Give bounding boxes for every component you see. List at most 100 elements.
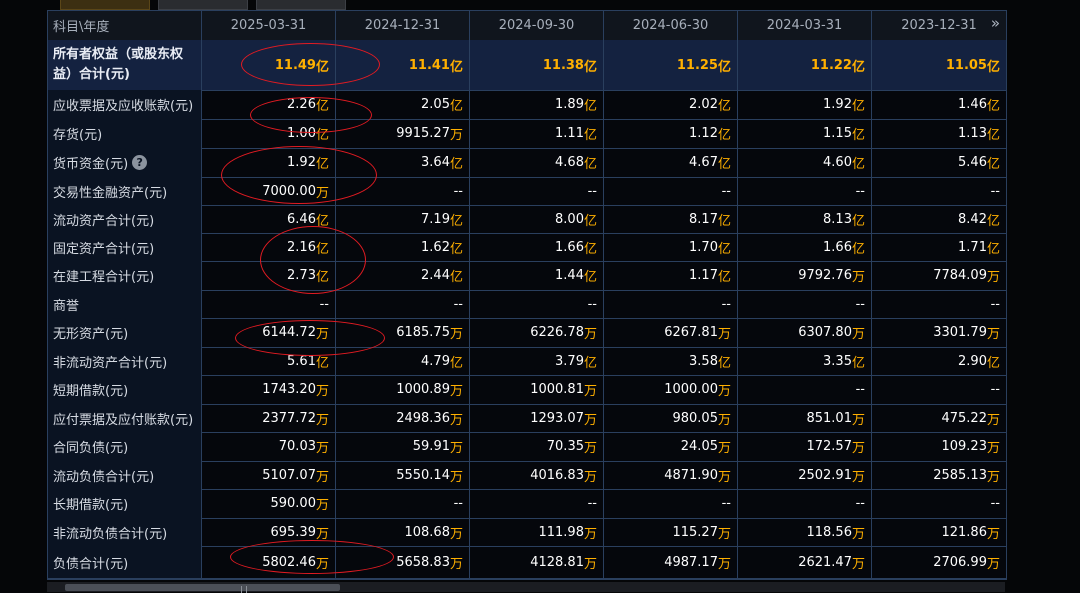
value-unit: 万 xyxy=(315,412,329,428)
table-row[interactable]: 固定资产合计(元) 2.16 亿 1.62 亿 1.66 亿 1.70 亿 1.66 亿 1.71 亿 xyxy=(48,233,1006,262)
value-cell: 5.46 亿 xyxy=(872,148,1006,177)
value-cell: 980.05 万 xyxy=(604,404,738,432)
value-number: 6185.75 xyxy=(396,325,450,340)
value-cell: 851.01 万 xyxy=(738,404,872,432)
value-cell: 3.35 亿 xyxy=(738,347,872,375)
table-row[interactable]: 非流动资产合计(元) 5.61 亿 4.79 亿 3.79 亿 3.58 亿 3.35 亿 2.90 亿 xyxy=(48,347,1006,376)
value-cell: 1000.89 万 xyxy=(336,375,470,404)
value-unit: 亿 xyxy=(851,128,865,143)
header-period[interactable]: 2024-12-31 xyxy=(336,11,470,40)
value-cell: 475.22 万 xyxy=(872,404,1006,432)
header-period[interactable]: 2023-12-31 xyxy=(872,11,1006,40)
value-unit: 亿 xyxy=(851,59,865,75)
value-cell: 4.67 亿 xyxy=(604,148,738,177)
value-number: 1.00 xyxy=(287,126,316,141)
balance-sheet-table: 科目\年度 2025-03-31 2024-12-31 2024-09-30 2024… xyxy=(47,10,1007,580)
value-cell: 3.79 亿 xyxy=(470,347,604,375)
table-row[interactable]: 无形资产(元) 6144.72 万 6185.75 万 6226.78 万 6267.81 万 6… xyxy=(48,318,1006,348)
value-unit: 亿 xyxy=(583,99,597,114)
value-unit: 万 xyxy=(717,526,731,542)
value-cell: 2498.36 万 xyxy=(336,404,470,432)
value-cell: 3.58 亿 xyxy=(604,347,738,375)
table-row[interactable]: 非流动负债合计(元) 695.39 万 108.68 万 111.98 万 115.27 万 11… xyxy=(48,518,1006,547)
value-unit: 亿 xyxy=(583,213,597,229)
value-number: -- xyxy=(453,496,463,511)
value-number: 1.92 xyxy=(823,97,852,112)
value-number: -- xyxy=(855,183,865,199)
value-cell: 70.35 万 xyxy=(470,432,604,461)
value-cell: 1743.20 万 xyxy=(202,375,336,404)
row-label-text: 长期借款(元) xyxy=(53,498,129,513)
value-number: 3.79 xyxy=(555,353,584,369)
double-chevron-right-icon[interactable]: » xyxy=(991,14,1000,32)
tab-2[interactable] xyxy=(158,0,248,10)
value-cell: -- xyxy=(738,489,872,518)
value-cell: -- xyxy=(738,290,872,318)
table-row[interactable]: 商誉 -- -- -- -- -- -- xyxy=(48,290,1006,319)
value-cell: 2.26 亿 xyxy=(202,90,336,119)
value-unit: 亿 xyxy=(315,99,329,114)
table-row[interactable]: 长期借款(元) 590.00 万 -- -- -- -- -- xyxy=(48,489,1006,519)
value-number: -- xyxy=(587,496,597,511)
value-unit: 万 xyxy=(986,412,1000,428)
value-unit: 万 xyxy=(583,556,597,572)
table-row[interactable]: 应付票据及应付账款(元) 2377.72 万 2498.36 万 1293.07 万 980.… xyxy=(48,404,1006,433)
value-unit: 万 xyxy=(986,526,1000,542)
header-period[interactable]: 2024-09-30 xyxy=(470,11,604,40)
value-number: 4128.81 xyxy=(530,554,584,570)
row-label-text: 所有者权益（或股东权益）合计(元) xyxy=(53,47,184,82)
table-row[interactable]: 合同负债(元) 70.03 万 59.91 万 70.35 万 24.05 万 172.57 万 10… xyxy=(48,432,1006,462)
value-unit: 万 xyxy=(583,526,597,542)
value-number: 2498.36 xyxy=(396,410,450,426)
table-row[interactable]: 存货(元) 1.00 亿 9915.27 万 1.11 亿 1.12 亿 1.15 亿 1.13 亿 xyxy=(48,119,1006,149)
value-unit: 亿 xyxy=(986,157,1000,172)
value-number: 5.46 xyxy=(958,155,987,170)
table-row[interactable]: 应收票据及应收账款(元) 2.26 亿 2.05 亿 1.89 亿 2.02 亿 1.92 亿 1.4… xyxy=(48,90,1006,120)
table-row[interactable]: 负债合计(元) 5802.46 万 5658.83 万 4128.81 万 4987.17 万 2… xyxy=(48,546,1006,579)
value-unit: 万 xyxy=(986,327,1000,342)
value-cell: 1.66 亿 xyxy=(470,233,604,261)
row-label-text: 无形资产(元) xyxy=(53,327,129,342)
value-cell: -- xyxy=(202,290,336,318)
table-row[interactable]: 短期借款(元) 1743.20 万 1000.89 万 1000.81 万 1000.00 万 -… xyxy=(48,375,1006,405)
value-cell: 1.11 亿 xyxy=(470,119,604,148)
tab-3[interactable] xyxy=(256,0,346,10)
value-number: 70.35 xyxy=(546,439,584,454)
table-row[interactable]: 在建工程合计(元) 2.73 亿 2.44 亿 1.44 亿 1.17 亿 9792.76 万 778… xyxy=(48,261,1006,291)
value-cell: 3.64 亿 xyxy=(336,148,470,177)
header-period[interactable]: 2024-03-31 xyxy=(738,11,872,40)
value-unit: 亿 xyxy=(315,128,329,143)
header-period[interactable]: 2024-06-30 xyxy=(604,11,738,40)
tab-1[interactable] xyxy=(60,0,150,10)
value-cell: 695.39 万 xyxy=(202,518,336,546)
value-unit: 亿 xyxy=(851,157,865,172)
value-number: 2706.99 xyxy=(933,554,987,570)
value-number: 695.39 xyxy=(270,524,316,540)
table-row[interactable]: 交易性金融资产(元) 7000.00 万 -- -- -- -- -- xyxy=(48,177,1006,206)
value-cell: 1.44 亿 xyxy=(470,261,604,290)
value-cell: 111.98 万 xyxy=(470,518,604,546)
value-cell: 1.46 亿 xyxy=(872,90,1006,119)
horizontal-scrollbar[interactable] xyxy=(47,582,1005,593)
table-row[interactable]: 货币资金(元)? 1.92 亿 3.64 亿 4.68 亿 4.67 亿 4.60 亿 5.46 亿 xyxy=(48,148,1006,178)
scrollbar-thumb[interactable] xyxy=(65,584,340,593)
value-unit: 万 xyxy=(986,469,1000,485)
help-icon[interactable]: ? xyxy=(132,155,148,170)
value-unit: 亿 xyxy=(986,241,1000,257)
value-number: 11.38 xyxy=(542,57,584,73)
value-number: 7784.09 xyxy=(933,268,987,283)
value-number: 475.22 xyxy=(941,410,987,426)
value-cell: 121.86 万 xyxy=(872,518,1006,546)
top-tabs xyxy=(60,0,346,10)
value-cell: 8.13 亿 xyxy=(738,205,872,233)
value-number: -- xyxy=(721,496,731,511)
table-row[interactable]: 流动负债合计(元) 5107.07 万 5550.14 万 4016.83 万 4871.90… xyxy=(48,461,1006,490)
header-period[interactable]: 2025-03-31 xyxy=(202,11,336,40)
value-cell: 109.23 万 xyxy=(872,432,1006,461)
value-number: -- xyxy=(721,183,731,199)
value-unit: 万 xyxy=(449,412,463,428)
table-row[interactable]: 所有者权益（或股东权益）合计(元) 11.49 亿 11.41 亿 11.38 亿 11.25… xyxy=(48,40,1006,91)
table-row[interactable]: 流动资产合计(元) 6.46 亿 7.19 亿 8.00 亿 8.17 亿 8.13 亿 8.42 亿 xyxy=(48,205,1006,234)
value-number: 590.00 xyxy=(270,496,316,511)
value-cell: 590.00 万 xyxy=(202,489,336,518)
